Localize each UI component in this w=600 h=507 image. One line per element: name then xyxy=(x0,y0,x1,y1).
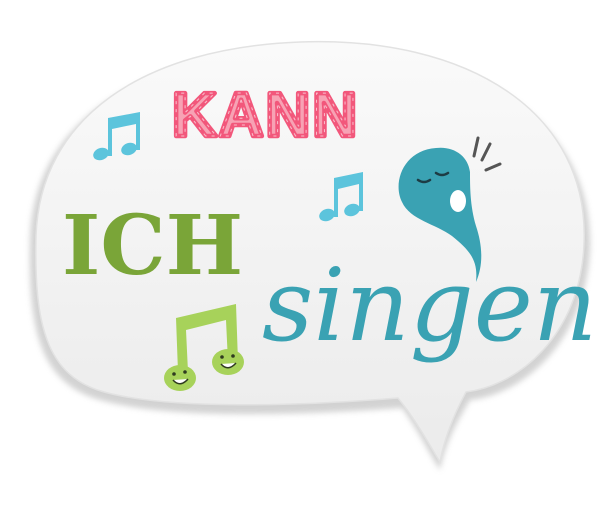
headline-word-singen: singen xyxy=(262,247,597,364)
illustration: KANN KANN ICH singen xyxy=(0,0,600,507)
headline-word-ich: ICH xyxy=(62,198,243,294)
kann-texture: KANN xyxy=(172,81,359,150)
